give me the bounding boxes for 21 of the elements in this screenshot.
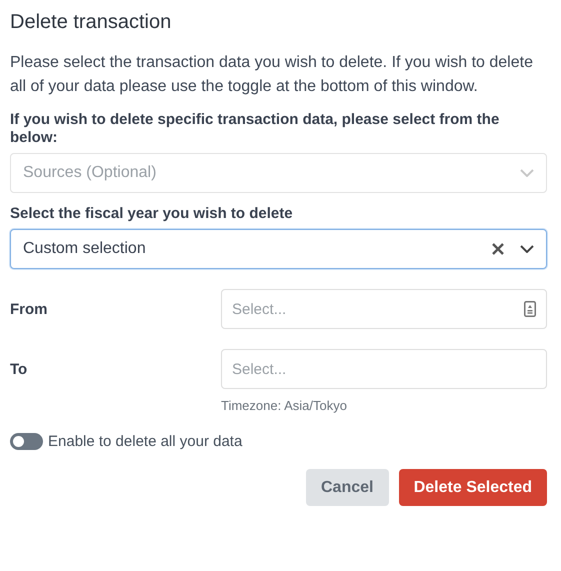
- fiscal-year-select[interactable]: Custom selection: [10, 229, 547, 269]
- field-label: To: [10, 360, 28, 378]
- chevron-down-icon[interactable]: [520, 245, 534, 253]
- select-value: Custom selection: [23, 240, 146, 258]
- cancel-button[interactable]: Cancel: [306, 469, 389, 506]
- date-field[interactable]: Select...: [221, 349, 547, 389]
- toggle-switch[interactable]: [10, 433, 43, 450]
- intro-text: Please select the transaction data you wish to delete. If you wish to delete all of your data please use the toggle at the bottom of this window.: [10, 53, 534, 97]
- delete-button[interactable]: Delete Selected: [398, 469, 547, 506]
- select-placeholder: Sources (Optional): [23, 164, 156, 182]
- input-placeholder: Select...: [232, 300, 286, 318]
- field-label: Select the fiscal year you wish to delete: [10, 205, 294, 223]
- field-label: From: [10, 300, 48, 318]
- clear-icon[interactable]: [492, 243, 504, 255]
- input-placeholder: Select...: [232, 360, 286, 378]
- toggle-label: Enable to delete all your data: [48, 433, 242, 450]
- dialog-title: Delete transaction: [10, 10, 172, 34]
- field-label: If you wish to delete specific transaction data, please select from the below:: [10, 111, 500, 147]
- timezone-note: Timezone: Asia/Tokyo: [221, 398, 348, 413]
- date-field[interactable]: Select...: [221, 289, 547, 329]
- calendar-icon[interactable]: [524, 301, 536, 317]
